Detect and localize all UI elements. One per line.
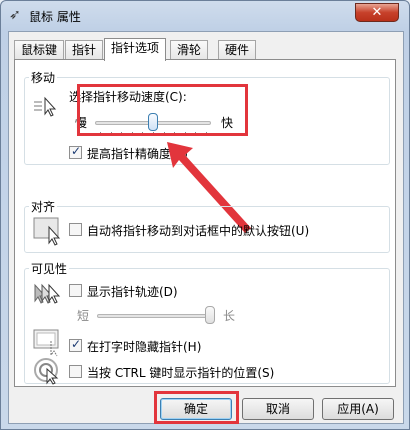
pointer-speed-icon <box>34 96 57 117</box>
pointer-trails-icon <box>34 283 61 304</box>
speed-tick <box>206 132 207 136</box>
hide-while-typing-icon <box>33 329 59 357</box>
speed-tick <box>174 132 176 136</box>
speed-tick <box>163 132 165 136</box>
show-ctrl-location-checkbox[interactable] <box>69 365 82 378</box>
pointer-options-panel: 移动 选择指针移动速度(C): 慢 快 提高指针精确度(E) <box>14 59 396 387</box>
hide-while-typing-checkbox[interactable] <box>69 337 82 352</box>
snap-to-group-title: 对齐 <box>29 198 58 215</box>
snap-to-checkbox[interactable] <box>69 223 82 236</box>
ok-button[interactable]: 确定 <box>160 398 232 420</box>
show-ctrl-location-label: 当按 CTRL 键时显示指针的位置(S) <box>87 366 275 380</box>
snap-to-icon <box>33 217 61 246</box>
tab-hardware[interactable]: 硬件 <box>218 40 257 60</box>
speed-tick <box>153 132 154 136</box>
dialog-body: 鼠标键 指针 指针选项 滑轮 硬件 移动 选择指针移动速度(C): 慢 快 ✓ … <box>8 31 404 424</box>
close-button[interactable]: ✕ <box>355 3 399 22</box>
show-location-icon <box>34 358 59 385</box>
apply-button[interactable]: 应用(A) <box>322 398 394 420</box>
visibility-group-title: 可见性 <box>29 260 70 277</box>
tab-wheel[interactable]: 滑轮 <box>170 40 209 60</box>
pointer-trails-label: 显示指针轨迹(D) <box>87 285 178 299</box>
cancel-button[interactable]: 取消 <box>242 398 314 420</box>
snap-to-group: 对齐 自动将指针移动到对话框中的默认按钮(U) <box>24 198 390 253</box>
tab-pointers[interactable]: 指针 <box>65 40 104 60</box>
short-label: 短 <box>77 309 90 323</box>
long-label: 长 <box>223 309 236 323</box>
tab-pointer-options[interactable]: 指针选项 <box>104 38 167 61</box>
fast-label: 快 <box>221 116 234 130</box>
motion-group-title: 移动 <box>29 69 58 86</box>
hide-while-typing-label: 在打字时隐藏指针(H) <box>87 340 202 354</box>
snap-to-label: 自动将指针移动到对话框中的默认按钮(U) <box>87 224 310 238</box>
title-bar: ➶ 鼠标 属性 ✕ <box>1 1 409 31</box>
mouse-pointer-icon: ➶ <box>9 7 21 23</box>
enhance-precision-checkbox[interactable] <box>69 144 82 159</box>
speed-tick <box>131 132 133 136</box>
speed-label: 选择指针移动速度(C): <box>69 90 187 104</box>
visibility-group: 可见性 显示指针轨迹(D) 短 长 在打字时隐藏指针(H) <box>24 260 390 385</box>
speed-tick <box>195 132 197 136</box>
speed-tick <box>100 132 101 136</box>
speed-tick <box>121 132 123 136</box>
tab-buttons[interactable]: 鼠标键 <box>14 40 65 60</box>
pointer-trails-checkbox[interactable] <box>69 284 82 297</box>
speed-tick <box>184 132 186 136</box>
trail-length-slider-track[interactable] <box>97 314 215 318</box>
speed-slider-thumb[interactable] <box>148 113 158 131</box>
speed-tick <box>142 132 144 136</box>
trail-length-slider-thumb[interactable] <box>205 306 215 324</box>
slow-label: 慢 <box>75 116 88 130</box>
window-title: 鼠标 属性 <box>29 10 81 24</box>
speed-tick <box>110 132 112 136</box>
mouse-properties-window: ➶ 鼠标 属性 ✕ 鼠标键 指针 指针选项 滑轮 硬件 移动 选择指针移动速度(… <box>0 0 410 430</box>
